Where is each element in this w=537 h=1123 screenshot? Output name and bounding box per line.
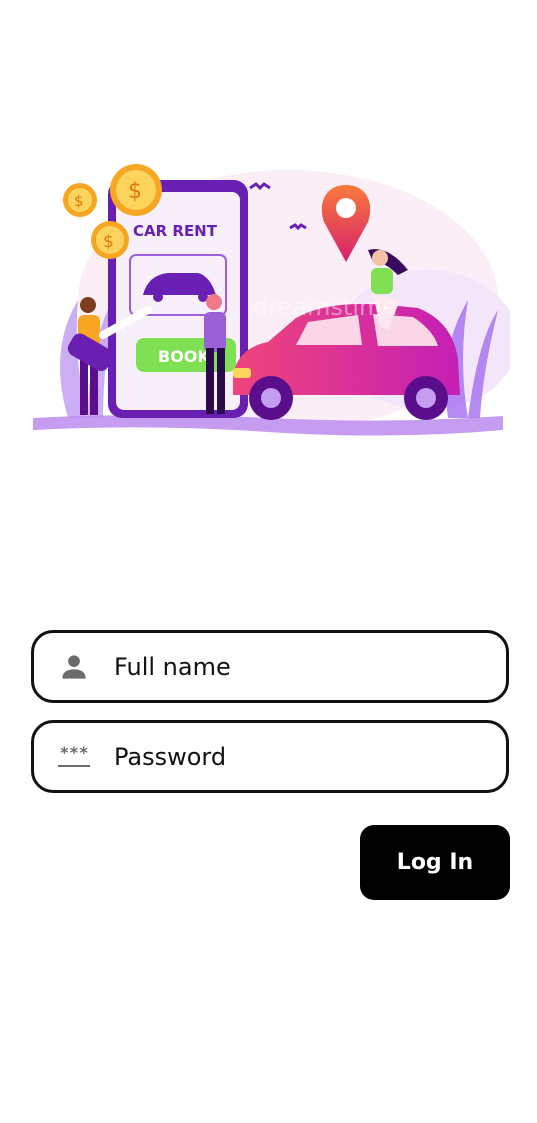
svg-text:$: $ (128, 179, 142, 204)
car-rent-illustration: CAR RENT BOOK $ $ $ dreamstime (33, 164, 510, 436)
login-button[interactable]: Log In (360, 825, 510, 900)
person-icon (34, 653, 114, 681)
password-field[interactable]: *** (31, 720, 509, 793)
svg-text:$: $ (74, 192, 84, 210)
password-input[interactable] (114, 742, 474, 771)
watermark: dreamstime (253, 293, 397, 321)
svg-text:$: $ (103, 232, 114, 252)
full-name-input[interactable] (114, 652, 474, 681)
car-rent-sign: CAR RENT (133, 222, 218, 240)
password-dots-icon: *** (34, 744, 114, 767)
svg-text:BOOK: BOOK (158, 347, 210, 366)
full-name-field[interactable] (31, 630, 509, 703)
